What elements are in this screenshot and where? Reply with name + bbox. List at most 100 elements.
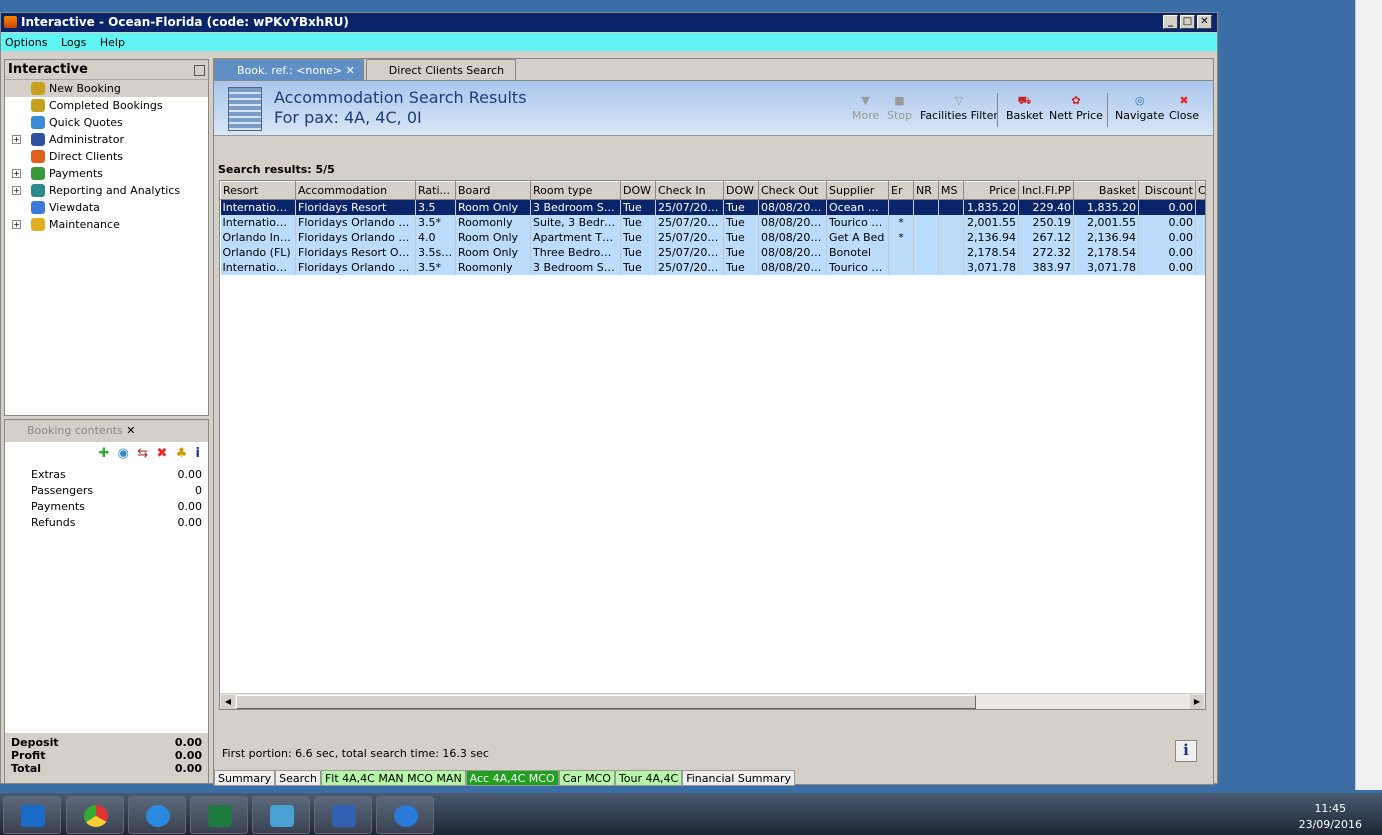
desktop-scrollbar[interactable] [1355, 0, 1382, 790]
column-header[interactable]: Price [963, 181, 1019, 200]
table-cell: Tue [723, 229, 759, 245]
scroll-thumb[interactable] [236, 695, 976, 709]
expand-icon[interactable]: + [12, 220, 21, 229]
horizontal-scrollbar[interactable]: ◀ ▶ [220, 693, 1205, 709]
scroll-left-icon[interactable]: ◀ [221, 695, 235, 709]
menu-options[interactable]: Options [5, 36, 47, 49]
column-header[interactable]: Rati... [415, 181, 456, 200]
table-cell: 25/07/2017 [655, 259, 724, 275]
sidebar-item[interactable]: Direct Clients [5, 148, 208, 165]
more-button[interactable]: ▼ More [852, 94, 879, 122]
column-header[interactable]: Board [455, 181, 531, 200]
remote-desktop-taskbar-button[interactable] [314, 796, 372, 834]
column-header[interactable]: Er [888, 181, 914, 200]
menu-logs[interactable]: Logs [61, 36, 86, 49]
table-cell: * [888, 214, 914, 230]
compass-icon: ◎ [1134, 94, 1145, 107]
remote-desktop-icon [332, 805, 356, 827]
transfer-icon[interactable]: ⇆ [137, 446, 148, 461]
excel-taskbar-button[interactable] [190, 796, 248, 834]
filter-icon: ▽ [954, 94, 964, 107]
bottom-tab[interactable]: Car MCO [558, 770, 615, 786]
table-row[interactable]: International DriveFloridays Resort3.5Ro… [220, 199, 1205, 215]
maximize-button[interactable]: □ [1180, 15, 1195, 29]
add-icon[interactable]: ✚ [98, 446, 109, 461]
basket-button[interactable]: ⛟ Basket [1006, 94, 1043, 122]
menu-help[interactable]: Help [100, 36, 125, 49]
scroll-right-icon[interactable]: ▶ [1190, 695, 1204, 709]
table-row[interactable]: International DriveFloridays Orlando Res… [220, 259, 1205, 275]
sidebar-item[interactable]: Quick Quotes [5, 114, 208, 131]
app-taskbar-button[interactable] [252, 796, 310, 834]
close-button[interactable]: ✖ Close [1169, 94, 1199, 122]
column-header[interactable]: DOW [723, 181, 759, 200]
table-row[interactable]: International DriveFloridays Orlando Res… [220, 214, 1205, 230]
outlook-taskbar-button[interactable] [3, 796, 61, 834]
table-cell: 3,071.78 [963, 259, 1019, 275]
close-window-button[interactable]: ✕ [1197, 15, 1212, 29]
expand-icon[interactable]: + [12, 135, 21, 144]
table-cell: 0.00 [1138, 244, 1196, 260]
column-header[interactable]: MS [938, 181, 964, 200]
column-header[interactable]: Supplier [826, 181, 889, 200]
column-header[interactable]: C [1195, 181, 1205, 200]
sidebar-item[interactable]: + Administrator [5, 131, 208, 148]
column-header[interactable]: Discount [1138, 181, 1196, 200]
sidebar-item[interactable]: + Maintenance [5, 216, 208, 233]
column-header[interactable]: Room type [530, 181, 621, 200]
table-cell: 229.40 [1018, 199, 1074, 215]
table-row[interactable]: Orlando (FL)Floridays Resort Orlando3.5s… [220, 244, 1205, 260]
table-cell: Room Only [455, 199, 531, 215]
table-cell: 25/07/2017 [655, 199, 724, 215]
nett-price-button[interactable]: ✿ Nett Price [1049, 94, 1103, 122]
chrome-taskbar-button[interactable] [66, 796, 124, 834]
clock[interactable]: 11:45 23/09/2016 [1299, 801, 1362, 833]
nav-item-icon [31, 99, 45, 112]
navigate-button[interactable]: ◎ Navigate [1115, 94, 1164, 122]
column-header[interactable]: Incl.Fl.PP [1018, 181, 1074, 200]
table-cell: 2,178.54 [1073, 244, 1139, 260]
expand-icon[interactable]: + [12, 186, 21, 195]
sidebar-item[interactable]: Viewdata [5, 199, 208, 216]
facilities-filter-button[interactable]: ▽ Facilities Filter [920, 94, 998, 122]
collapse-icon[interactable] [194, 65, 205, 76]
column-header[interactable]: Check In [655, 181, 724, 200]
bottom-tab[interactable]: Search [275, 770, 321, 786]
table-cell: 2,136.94 [1073, 229, 1139, 245]
bottom-tab[interactable]: Financial Summary [682, 770, 796, 786]
ie-taskbar-button[interactable] [128, 796, 186, 834]
sidebar-item[interactable]: New Booking [5, 80, 208, 97]
table-row[interactable]: Orlando InternationalFloridays Orlando R… [220, 229, 1205, 245]
interactive-taskbar-button[interactable] [376, 796, 434, 834]
info-button[interactable]: i [1175, 740, 1197, 762]
column-header[interactable]: NR [913, 181, 939, 200]
column-header[interactable]: Resort [220, 181, 296, 200]
bottom-tab[interactable]: Flt 4A,4C MAN MCO MAN [320, 770, 466, 786]
total-label: Total [11, 762, 42, 775]
sidebar-item[interactable]: Completed Bookings [5, 97, 208, 114]
quote-icon[interactable]: ◉ [118, 446, 129, 461]
hotel-building-icon [228, 87, 262, 131]
column-header[interactable]: Accommodation [295, 181, 416, 200]
tab-booking-ref[interactable]: Book. ref.: <none> ✕ [214, 59, 364, 80]
bottom-tab[interactable]: Tour 4A,4C [614, 770, 683, 786]
separator [997, 93, 998, 127]
tab-booking-contents[interactable]: Booking contents ✕ [5, 420, 208, 442]
column-header[interactable]: DOW [620, 181, 656, 200]
booking-icon[interactable]: ♣ [176, 446, 188, 461]
info-icon[interactable]: i [196, 446, 200, 461]
minimize-button[interactable]: _ [1163, 15, 1178, 29]
bottom-tab[interactable]: Acc 4A,4C MCO [465, 770, 559, 786]
total-label: Profit [11, 749, 46, 762]
bottom-tab[interactable]: Summary [214, 770, 276, 786]
stop-button[interactable]: ■ Stop [887, 94, 912, 122]
booking-row: Extras 0.00 [5, 468, 208, 484]
results-count: Search results: 5/5 [218, 163, 335, 176]
tab-direct-clients-search[interactable]: Direct Clients Search [365, 59, 516, 80]
column-header[interactable]: Check Out [758, 181, 827, 200]
sidebar-item[interactable]: + Reporting and Analytics [5, 182, 208, 199]
column-header[interactable]: Basket [1073, 181, 1139, 200]
delete-icon[interactable]: ✖ [156, 446, 167, 461]
expand-icon[interactable]: + [12, 169, 21, 178]
sidebar-item[interactable]: + Payments [5, 165, 208, 182]
